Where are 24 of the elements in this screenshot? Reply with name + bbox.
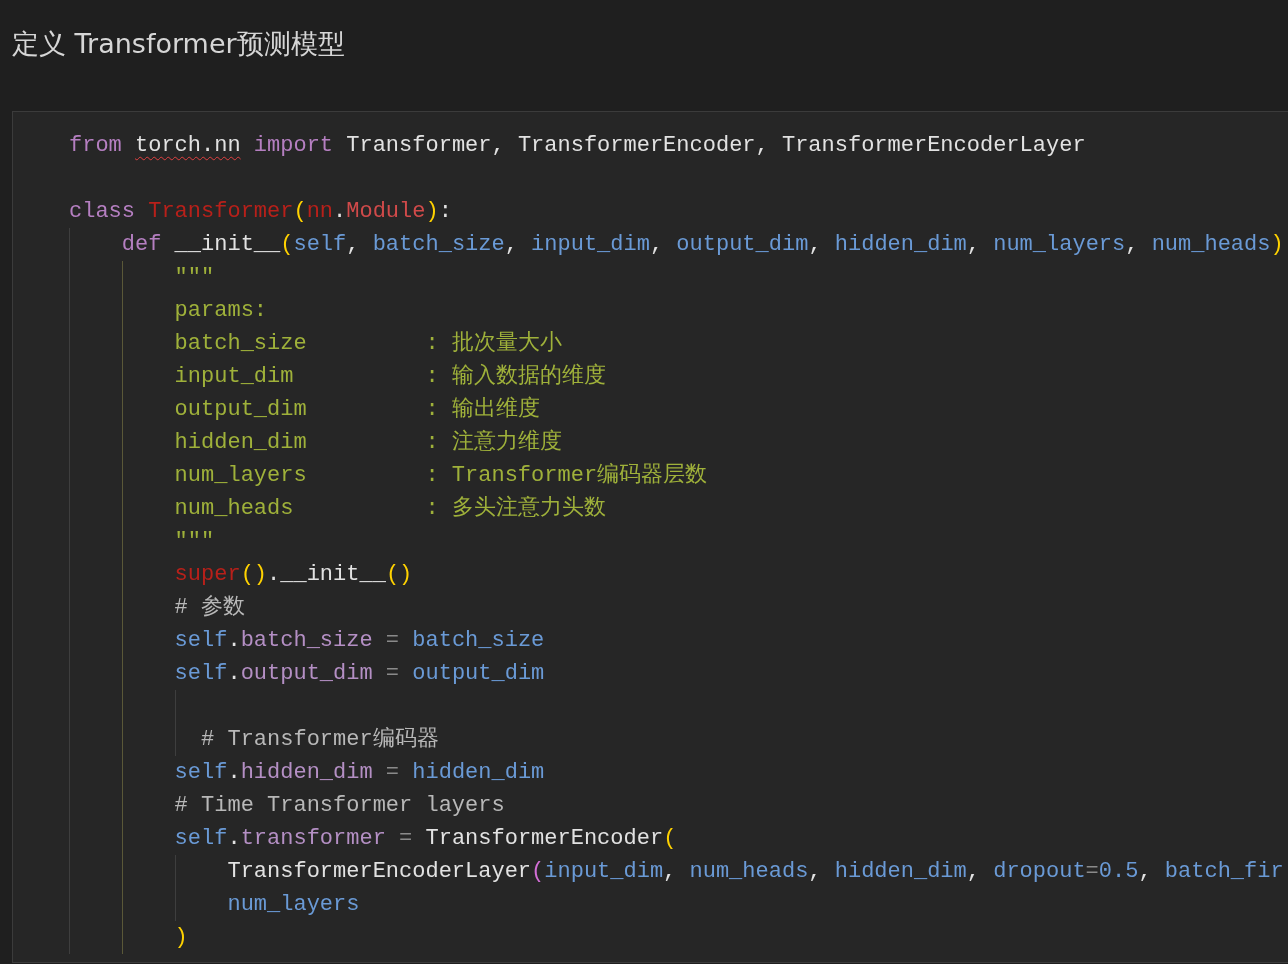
code-line: """ <box>69 525 1288 558</box>
code-line: def __init__(self, batch_size, input_dim, output_dim, hidden_dim, num_layers, num_heads) <box>69 228 1288 261</box>
code-line: self.batch_size = batch_size <box>69 624 1288 657</box>
code-line: # 参数 <box>69 591 1288 624</box>
code-line: # Time Transformer layers <box>69 789 1288 822</box>
code-line: output_dim : 输出维度 <box>69 393 1288 426</box>
code-line: self.transformer = TransformerEncoder( <box>69 822 1288 855</box>
code-line: class Transformer(nn.Module): <box>69 198 453 226</box>
code-line: num_layers : Transformer编码器层数 <box>69 459 1288 492</box>
code-line: ) <box>69 921 1288 954</box>
code-line: num_heads : 多头注意力头数 <box>69 492 1288 525</box>
section-heading: 定义 Transformer预测模型 <box>12 27 346 61</box>
code-line: TransformerEncoderLayer(input_dim, num_heads, hidden_dim, dropout=0.5, batch_fir <box>69 855 1288 888</box>
code-line: params: <box>69 294 1288 327</box>
code-line: super().__init__() <box>69 558 1288 591</box>
code-line: # Transformer编码器 <box>69 723 1288 756</box>
code-line: num_layers <box>69 888 1288 921</box>
code-line: self.output_dim = output_dim <box>69 657 1288 690</box>
code-line: self.hidden_dim = hidden_dim <box>69 756 1288 789</box>
code-line: batch_size : 批次量大小 <box>69 327 1288 360</box>
code-line: input_dim : 输入数据的维度 <box>69 360 1288 393</box>
code-line: from torch.nn import Transformer, TransformerEncoder, TransformerEncoderLayer <box>69 132 1087 160</box>
code-line: """ <box>69 261 1288 294</box>
code-line: hidden_dim : 注意力维度 <box>69 426 1288 459</box>
